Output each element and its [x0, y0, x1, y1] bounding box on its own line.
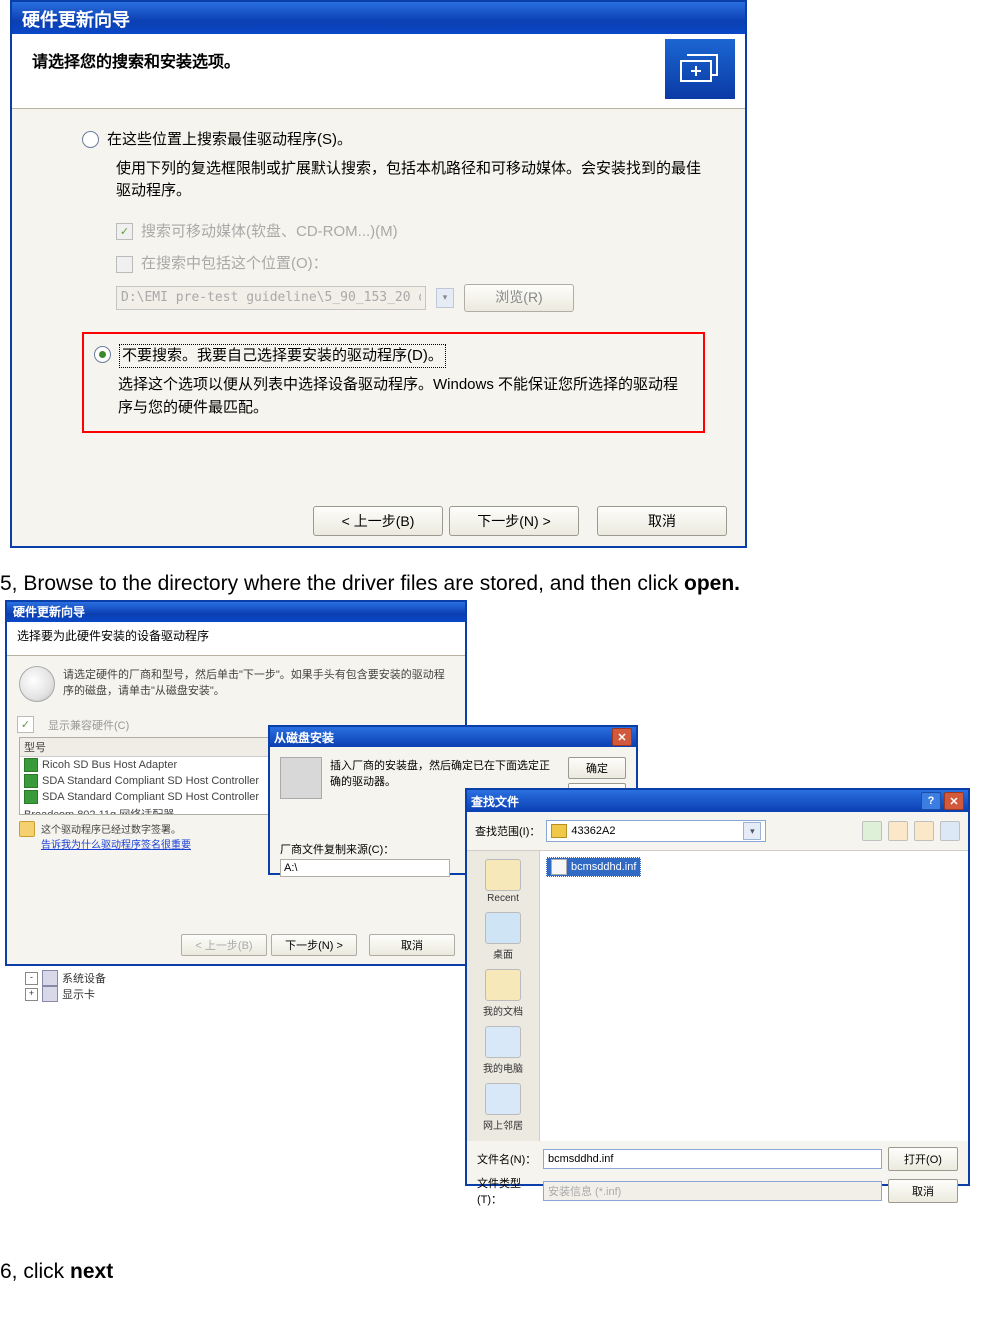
close-icon[interactable]: ✕: [612, 728, 632, 746]
window-title: 硬件更新向导: [12, 2, 745, 34]
filetype-label: 文件类型(T)：: [477, 1175, 537, 1207]
lookin-folder-name: 43362A2: [571, 825, 615, 837]
place-my-documents[interactable]: 我的文档: [483, 969, 523, 1018]
expander-icon[interactable]: -: [25, 972, 38, 985]
filename-label: 文件名(N)：: [477, 1151, 537, 1167]
place-recent[interactable]: Recent: [485, 859, 521, 904]
expander-icon[interactable]: +: [25, 988, 38, 1001]
signed-text: 这个驱动程序已经过数字签署。: [41, 821, 191, 836]
wizard-body: 在这些位置上搜索最佳驱动程序(S)。 使用下列的复选框限制或扩展默认搜索，包括本…: [12, 109, 745, 443]
file-list-view[interactable]: bcmsddhd.inf: [540, 851, 968, 1141]
fromdisk-instruction: 插入厂商的安装盘，然后确定已在下面选定正确的驱动器。: [330, 757, 560, 789]
fromdisk-title-text: 从磁盘安装: [274, 729, 334, 746]
option2-description: 选择这个选项以便从列表中选择设备驱动程序。Windows 不能保证您所选择的驱动…: [118, 374, 693, 419]
radio-search-locations[interactable]: [82, 131, 99, 148]
lookin-label: 查找范围(I)：: [475, 823, 540, 839]
location-path-input: [116, 286, 426, 310]
radio-dont-search[interactable]: [94, 346, 111, 363]
mycomputer-icon: [485, 1026, 521, 1058]
tree-item-display[interactable]: 显示卡: [62, 986, 95, 1002]
findfile-title-text: 查找文件: [471, 793, 519, 810]
nav-back-icon[interactable]: [862, 821, 882, 841]
selected-file[interactable]: bcmsddhd.inf: [546, 857, 641, 877]
device-tree-snippet: - 系统设备 + 显示卡: [25, 970, 106, 1002]
nav-view-icon[interactable]: [940, 821, 960, 841]
device-icon: [24, 790, 38, 804]
selected-file-name: bcmsddhd.inf: [571, 861, 636, 873]
recent-icon: [485, 859, 521, 891]
lookin-folder-dropdown[interactable]: 43362A2 ▾: [546, 820, 766, 842]
screenshot-composite: 硬件更新向导 选择要为此硬件安装的设备驱动程序 请选定硬件的厂商和型号，然后单击…: [5, 600, 975, 1220]
fromdisk-source-input[interactable]: [280, 859, 450, 877]
open-button[interactable]: 打开(O): [888, 1147, 958, 1171]
help-icon[interactable]: ?: [921, 792, 941, 810]
highlighted-option: 不要搜索。我要自己选择要安装的驱动程序(D)。 选择这个选项以便从列表中选择设备…: [82, 332, 705, 434]
checkbox-show-compatible[interactable]: [17, 716, 34, 733]
close-icon[interactable]: ✕: [944, 792, 964, 810]
nav-up-icon[interactable]: [888, 821, 908, 841]
wizard2-title: 硬件更新向导: [7, 602, 465, 622]
cd-icon: [19, 666, 55, 702]
instruction-5-text: 5, Browse to the directory where the dri…: [0, 572, 684, 595]
places-bar: Recent 桌面 我的文档 我的电脑 网上邻居: [467, 851, 540, 1141]
nav-new-folder-icon[interactable]: [914, 821, 934, 841]
filename-input[interactable]: [543, 1149, 882, 1169]
wizard-header-text: 请选择您的搜索和安装选项。: [32, 54, 240, 71]
hardware-update-wizard-1: 硬件更新向导 请选择您的搜索和安装选项。 在这些位置上搜索最佳驱动程序(S)。 …: [10, 0, 747, 548]
device-category-icon: [42, 986, 58, 1002]
show-compatible-label: 显示兼容硬件(C): [48, 717, 129, 733]
signing-importance-link[interactable]: 告诉我为什么驱动程序签名很重要: [41, 836, 191, 851]
instruction-6-text: 6, click: [0, 1260, 70, 1283]
fromdisk-ok-button[interactable]: 确定: [568, 757, 626, 779]
printer-disk-icon: [280, 757, 322, 799]
next-button[interactable]: 下一步(N) >: [449, 506, 579, 536]
path-dropdown-arrow: ▾: [436, 288, 454, 308]
chevron-down-icon[interactable]: ▾: [743, 822, 761, 840]
inf-file-icon: [551, 859, 567, 875]
place-my-computer[interactable]: 我的电脑: [483, 1026, 523, 1075]
device-icon: [24, 774, 38, 788]
back-button[interactable]: < 上一步(B): [313, 506, 443, 536]
wizard2-instruction: 请选定硬件的厂商和型号，然后单击"下一步"。如果手头有包含要安装的驱动程序的磁盘…: [63, 666, 453, 702]
checkbox-include-location: [116, 256, 133, 273]
checkbox-removable-media-label: 搜索可移动媒体(软盘、CD-ROM...)(M): [141, 221, 398, 244]
checkbox-include-location-label: 在搜索中包括这个位置(O)：: [141, 253, 328, 276]
find-file-dialog: 查找文件 ? ✕ 查找范围(I)： 43362A2 ▾: [465, 788, 970, 1186]
checkbox-removable-media: [116, 223, 133, 240]
wizard2-header: 选择要为此硬件安装的设备驱动程序: [7, 622, 465, 656]
wizard2-back-button: < 上一步(B): [181, 934, 267, 956]
mydocuments-icon: [485, 969, 521, 1001]
folder-icon: [551, 824, 567, 838]
option1-description: 使用下列的复选框限制或扩展默认搜索，包括本机路径和可移动媒体。会安装找到的最佳驱…: [116, 158, 705, 203]
browse-button: 浏览(R): [464, 284, 574, 312]
instruction-step-5: 5, Browse to the directory where the dri…: [0, 572, 1004, 596]
radio-search-locations-label: 在这些位置上搜索最佳驱动程序(S)。: [107, 129, 352, 152]
wizard-header: 请选择您的搜索和安装选项。: [12, 34, 745, 109]
wizard2-cancel-button[interactable]: 取消: [369, 934, 455, 956]
findfile-cancel-button[interactable]: 取消: [888, 1179, 958, 1203]
device-category-icon: [42, 970, 58, 986]
place-desktop[interactable]: 桌面: [485, 912, 521, 961]
instruction-5-bold: open.: [684, 572, 740, 595]
hardware-icon: [665, 39, 735, 99]
instruction-6-bold: next: [70, 1260, 113, 1283]
network-icon: [485, 1083, 521, 1115]
desktop-icon: [485, 912, 521, 944]
device-icon: [24, 758, 38, 772]
cancel-button[interactable]: 取消: [597, 506, 727, 536]
signed-icon: [19, 821, 35, 837]
wizard2-next-button[interactable]: 下一步(N) >: [271, 934, 357, 956]
tree-item-system[interactable]: 系统设备: [62, 970, 106, 986]
radio-dont-search-label: 不要搜索。我要自己选择要安装的驱动程序(D)。: [119, 344, 446, 369]
filetype-input: [543, 1181, 882, 1201]
place-network[interactable]: 网上邻居: [483, 1083, 523, 1132]
instruction-step-6: 6, click next: [0, 1260, 1004, 1284]
